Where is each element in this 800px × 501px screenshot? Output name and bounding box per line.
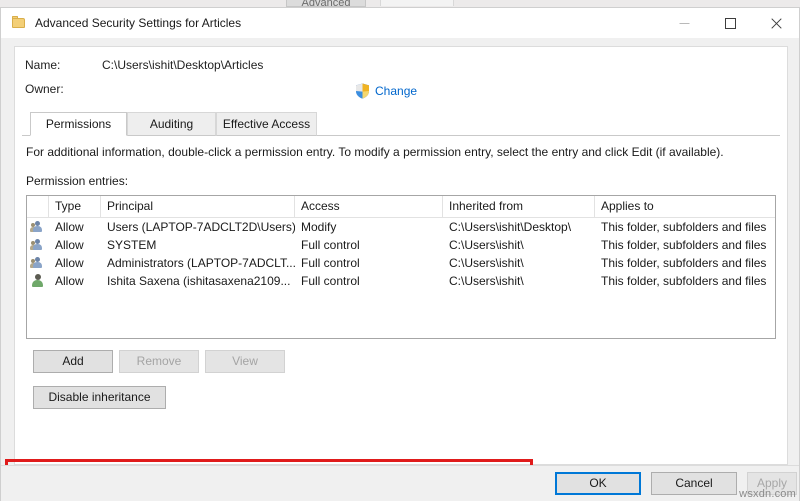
add-button[interactable]: Add: [33, 350, 113, 373]
cell-access: Full control: [295, 254, 443, 272]
tab-effective-access-label: Effective Access: [223, 117, 310, 131]
tab-effective-access[interactable]: Effective Access: [216, 112, 317, 136]
column-header-applies-to[interactable]: Applies to: [595, 196, 775, 217]
cell-access: Modify: [295, 218, 443, 236]
cell-inherited-from: C:\Users\ishit\: [443, 236, 595, 254]
cancel-button[interactable]: Cancel: [651, 472, 737, 495]
change-owner-link[interactable]: Change: [355, 82, 417, 100]
tab-permissions-label: Permissions: [46, 117, 111, 131]
window-controls: [661, 8, 799, 38]
close-icon: [771, 18, 782, 29]
group-icon: [27, 238, 49, 252]
cell-applies-to: This folder, subfolders and files: [595, 272, 775, 290]
user-icon: [27, 274, 49, 288]
column-header-access[interactable]: Access: [295, 196, 443, 217]
title-bar: Advanced Security Settings for Articles: [1, 8, 799, 38]
cell-applies-to: This folder, subfolders and files: [595, 254, 775, 272]
cell-applies-to: This folder, subfolders and files: [595, 236, 775, 254]
tab-permissions[interactable]: Permissions: [30, 112, 127, 136]
cell-principal: Users (LAPTOP-7ADCLT2D\Users): [101, 218, 295, 236]
disable-inheritance-button[interactable]: Disable inheritance: [33, 386, 166, 409]
tab-auditing-label: Auditing: [150, 117, 193, 131]
table-row[interactable]: Allow Administrators (LAPTOP-7ADCLT... F…: [27, 254, 775, 272]
change-link-label: Change: [375, 84, 417, 98]
content-panel: Name: C:\Users\ishit\Desktop\Articles Ow…: [14, 46, 788, 465]
table-row[interactable]: Allow SYSTEM Full control C:\Users\ishit…: [27, 236, 775, 254]
minimize-icon: [679, 18, 690, 29]
dialog-footer: OK Cancel Apply wsxdn.com: [1, 465, 799, 501]
list-header-row: Type Principal Access Inherited from App…: [27, 196, 775, 218]
cell-inherited-from: C:\Users\ishit\: [443, 254, 595, 272]
close-button[interactable]: [753, 8, 799, 38]
minimize-button[interactable]: [661, 8, 707, 38]
group-icon: [27, 256, 49, 270]
cell-principal: SYSTEM: [101, 236, 295, 254]
uac-shield-icon: [355, 83, 370, 99]
permission-entries-label: Permission entries:: [26, 174, 128, 188]
column-header-inherited-from[interactable]: Inherited from: [443, 196, 595, 217]
cell-applies-to: This folder, subfolders and files: [595, 218, 775, 236]
column-header-type[interactable]: Type: [49, 196, 101, 217]
ok-button[interactable]: OK: [555, 472, 641, 495]
background-advanced-button: Advanced: [286, 0, 366, 7]
cell-inherited-from: C:\Users\ishit\Desktop\: [443, 218, 595, 236]
name-label: Name:: [25, 58, 60, 72]
name-value: C:\Users\ishit\Desktop\Articles: [102, 58, 263, 72]
advanced-security-settings-dialog: Advanced Security Settings for Articles: [0, 7, 800, 501]
table-row[interactable]: Allow Users (LAPTOP-7ADCLT2D\Users) Modi…: [27, 218, 775, 236]
dialog-body: Name: C:\Users\ishit\Desktop\Articles Ow…: [1, 38, 799, 501]
name-row: Name: C:\Users\ishit\Desktop\Articles: [15, 58, 787, 78]
cell-access: Full control: [295, 272, 443, 290]
cell-principal: Administrators (LAPTOP-7ADCLT...: [101, 254, 295, 272]
maximize-button[interactable]: [707, 8, 753, 38]
cell-inherited-from: C:\Users\ishit\: [443, 272, 595, 290]
cell-principal: Ishita Saxena (ishitasaxena2109...: [101, 272, 295, 290]
window-title: Advanced Security Settings for Articles: [35, 16, 241, 30]
cell-type: Allow: [49, 218, 101, 236]
maximize-icon: [725, 18, 736, 29]
cell-access: Full control: [295, 236, 443, 254]
view-button: View: [205, 350, 285, 373]
tab-strip: Permissions Auditing Effective Access: [22, 112, 780, 136]
cell-type: Allow: [49, 272, 101, 290]
column-header-principal[interactable]: Principal: [101, 196, 295, 217]
tab-auditing[interactable]: Auditing: [127, 112, 216, 136]
background-panel: [380, 0, 454, 6]
remove-button: Remove: [119, 350, 199, 373]
info-text: For additional information, double-click…: [26, 145, 724, 159]
watermark: wsxdn.com: [739, 488, 796, 500]
folder-icon: [11, 15, 27, 31]
table-row[interactable]: Allow Ishita Saxena (ishitasaxena2109...…: [27, 272, 775, 290]
permission-entries-list[interactable]: Type Principal Access Inherited from App…: [26, 195, 776, 339]
cell-type: Allow: [49, 236, 101, 254]
cell-type: Allow: [49, 254, 101, 272]
column-header-icon: [27, 196, 49, 217]
owner-label: Owner:: [25, 82, 64, 96]
group-icon: [27, 220, 49, 234]
